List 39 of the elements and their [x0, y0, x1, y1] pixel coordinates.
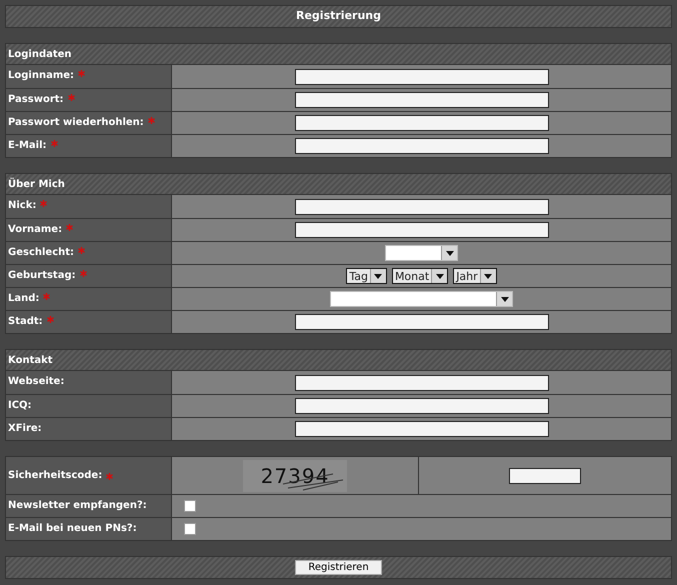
section-title: Über Mich [8, 176, 65, 192]
text-field[interactable] [294, 92, 548, 108]
field-label: E-Mail bei neuen PNs?: [8, 522, 137, 536]
field-label: Passwort: [8, 93, 64, 107]
text-field[interactable] [294, 421, 548, 437]
text-field[interactable] [294, 398, 548, 414]
field-label: ICQ: [8, 399, 32, 413]
section-title: Kontakt [8, 354, 53, 368]
field-label: Webseite: [8, 375, 64, 389]
text-field[interactable] [294, 68, 548, 84]
field-label: XFire: [8, 422, 42, 436]
date-select[interactable]: Monat [392, 268, 448, 284]
field-label: Sicherheitscode: [8, 469, 102, 483]
field-label: Vorname: [8, 223, 62, 237]
field-label: Loginname: [8, 69, 74, 83]
date-select[interactable]: Tag [346, 268, 387, 284]
checkbox[interactable] [184, 523, 196, 535]
field-label: E-Mail: [8, 139, 47, 153]
register-button[interactable]: Registrieren [295, 560, 382, 575]
field-label: Stadt: [8, 315, 43, 329]
text-field[interactable] [294, 314, 548, 330]
text-field[interactable] [294, 138, 548, 154]
page-title: Registrierung [296, 8, 381, 24]
text-field[interactable] [294, 115, 548, 131]
captcha-image: 27394 [243, 460, 347, 492]
field-label: Nick: [8, 199, 36, 213]
text-field[interactable] [294, 222, 548, 238]
field-label: Passwort wiederhohlen: [8, 116, 144, 130]
section-title: Logindaten [8, 48, 72, 62]
text-field[interactable] [294, 198, 548, 214]
date-select[interactable]: Jahr [453, 268, 497, 284]
field-label: Land: [8, 292, 40, 306]
checkbox[interactable] [184, 500, 196, 512]
text-field[interactable] [294, 374, 548, 390]
field-label: Geschlecht: [8, 246, 74, 260]
field-label: Geburtstag: [8, 269, 76, 283]
gender-select[interactable] [385, 245, 458, 261]
field-label: Newsletter empfangen?: [8, 499, 147, 513]
captcha-field[interactable] [509, 468, 581, 484]
